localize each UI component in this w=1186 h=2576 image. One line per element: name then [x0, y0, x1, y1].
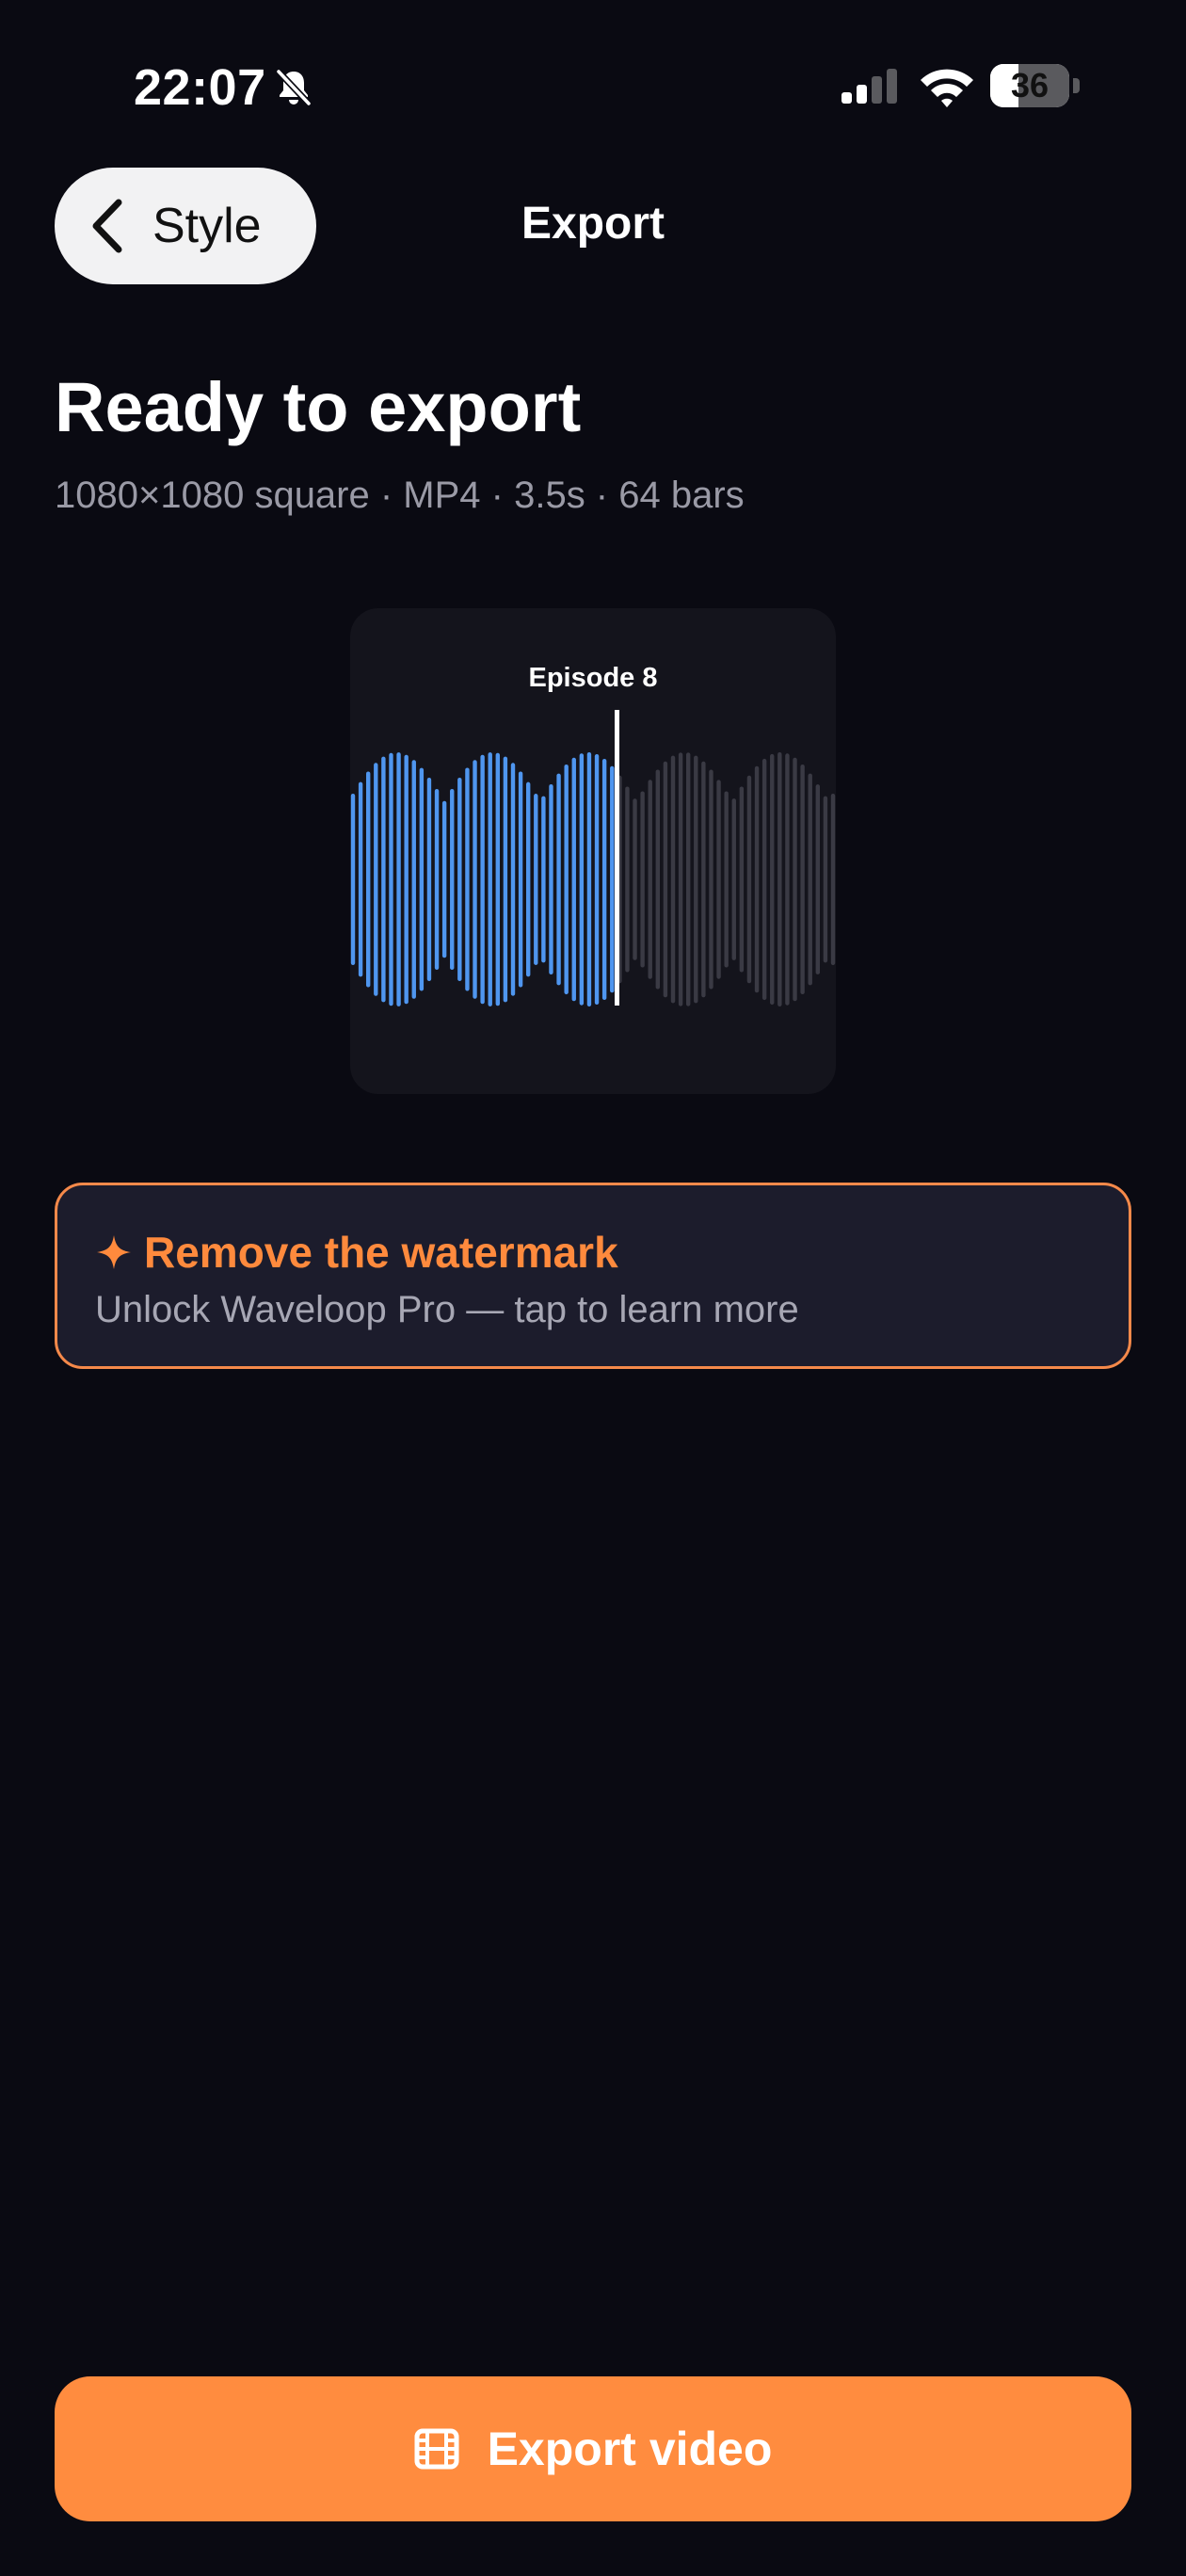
battery-body: 36: [990, 64, 1069, 107]
playhead[interactable]: [615, 710, 619, 1006]
waveform-bar: [655, 769, 661, 990]
bell-slash-icon: [276, 69, 312, 106]
waveform-bar: [670, 755, 676, 1004]
waveform-bar: [518, 771, 523, 988]
waveform-bar: [389, 752, 393, 1006]
waveform-bar: [358, 781, 363, 977]
waveform-bar: [534, 794, 538, 965]
sparkle-icon: [97, 1235, 131, 1269]
waveform-bar: [541, 796, 546, 963]
waveform-bar: [450, 788, 455, 971]
export-video-button[interactable]: Export video: [55, 2376, 1131, 2521]
waveform-bar: [404, 754, 409, 1005]
waveform-bar: [564, 764, 569, 995]
waveform-bar: [754, 765, 760, 993]
waveform-bar: [396, 752, 401, 1006]
cellular-signal-icon: [841, 69, 897, 104]
waveform-bar: [556, 773, 561, 986]
waveform-bar: [648, 780, 652, 979]
waveform-bar: [678, 752, 683, 1006]
page-subtitle: 1080×1080 square · MP4 · 3.5s · 64 bars: [55, 475, 745, 516]
waveform-bar: [374, 763, 378, 996]
film-icon: [414, 2428, 459, 2470]
preview-card[interactable]: Episode 8: [350, 608, 836, 1094]
pro-banner-subtitle: Unlock Waveloop Pro — tap to learn more: [95, 1289, 799, 1330]
waveform-bar: [800, 764, 805, 995]
waveform-bar: [503, 756, 508, 1003]
waveform-bar: [724, 791, 729, 968]
pro-banner-title-row: Remove the watermark: [95, 1227, 618, 1278]
waveform-bar: [793, 757, 797, 1002]
preview-title: Episode 8: [528, 663, 658, 693]
waveform-bar: [610, 765, 615, 993]
waveform-bar: [761, 758, 767, 1001]
waveform-bar: [777, 752, 782, 1006]
waveform-bar: [411, 760, 416, 999]
waveform-bar: [739, 786, 745, 973]
waveform-bar: [815, 784, 821, 974]
waveform-bar: [601, 758, 607, 1001]
waveform-bar: [549, 784, 553, 974]
waveform-bar: [488, 752, 492, 1006]
export-video-label: Export video: [487, 2423, 773, 2475]
waveform-bar: [694, 755, 698, 1004]
waveform-bar: [579, 753, 585, 1006]
waveform-bar: [770, 753, 775, 1006]
waveform-bar: [510, 763, 516, 996]
waveform-bar: [473, 760, 477, 999]
battery-icon: 36: [990, 64, 1081, 109]
waveform-bar: [480, 754, 485, 1005]
waveform-bar: [365, 771, 371, 988]
waveform-bar: [701, 761, 706, 998]
waveform-bar: [731, 798, 736, 960]
waveform-bar: [709, 769, 713, 990]
waveform-bar: [434, 789, 440, 970]
waveform-bar: [640, 791, 645, 968]
status-bar: 22:07 36: [0, 0, 1186, 169]
pro-banner-title: Remove the watermark: [144, 1228, 618, 1277]
waveform-bar: [350, 794, 356, 965]
waveform-bar: [495, 752, 501, 1006]
waveform-bar: [625, 786, 630, 973]
waveform-bar: [808, 773, 812, 986]
waveform-bar: [419, 767, 425, 991]
waveform-bar: [571, 757, 576, 1002]
waveform-bar: [823, 796, 828, 963]
waveform-bar: [465, 767, 470, 991]
nav-title: Export: [521, 199, 665, 249]
waveform-bar: [457, 777, 462, 982]
waveform-bar: [381, 756, 386, 1003]
waveform-bar: [830, 794, 836, 965]
waveform-bar: [746, 775, 752, 984]
pro-banner[interactable]: Remove the watermark Unlock Waveloop Pro…: [55, 1183, 1131, 1369]
waveform-bar: [426, 778, 432, 981]
waveform-bar: [716, 780, 721, 979]
battery-level: 36: [1010, 66, 1050, 105]
battery-cap: [1073, 78, 1080, 93]
waveform-bar: [586, 752, 592, 1006]
waveform-bar: [663, 761, 668, 998]
waveform-bar: [685, 752, 691, 1006]
page-title: Ready to export: [55, 368, 582, 446]
waveform-bar: [633, 798, 637, 960]
status-time: 22:07: [134, 59, 266, 116]
waveform-bar: [785, 753, 790, 1006]
waveform-bar: [441, 800, 447, 958]
wifi-icon: [921, 69, 973, 107]
waveform-bar: [594, 753, 600, 1006]
waveform-bar: [525, 781, 531, 977]
